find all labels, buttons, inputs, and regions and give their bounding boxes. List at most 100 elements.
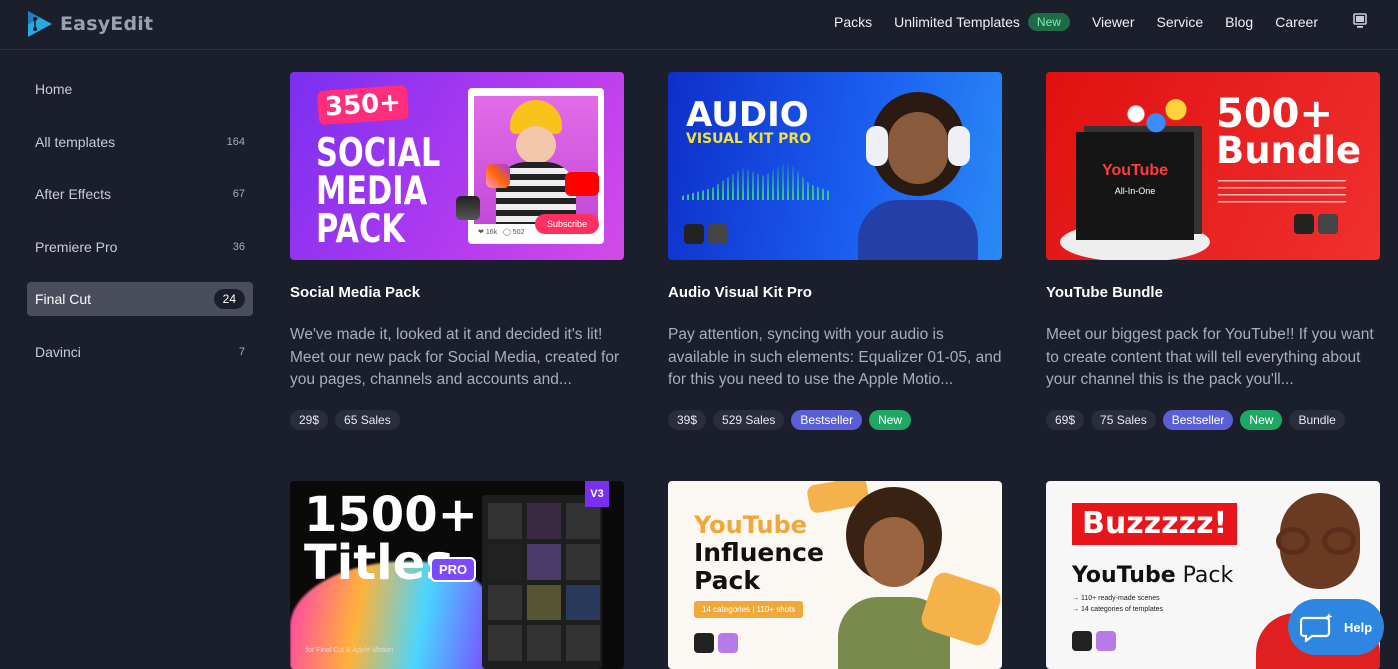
final-cut-icon <box>1072 631 1092 651</box>
sidebar-item-final-cut[interactable]: Final Cut 24 <box>27 282 253 316</box>
thumb-footnote: for Final Cut & Apple Motion <box>306 647 394 654</box>
thumb-line-1: Buzzzzz! <box>1082 506 1228 541</box>
app-icons <box>684 224 728 244</box>
sidebar-item-label: After Effects <box>35 186 111 202</box>
bestseller-tag: Bestseller <box>1162 410 1234 430</box>
final-cut-icon <box>456 196 480 220</box>
thumb-line-3: Pack <box>1182 563 1234 588</box>
thumb-line-2: VISUAL KIT PRO <box>686 131 812 147</box>
brand-name: EasyEdit <box>60 13 154 35</box>
headphones-left <box>866 126 888 166</box>
easyedit-logo-icon <box>28 11 52 37</box>
card-thumbnail[interactable]: YouTube Influence Pack 14 categories | 1… <box>668 481 1002 669</box>
monitor-icon[interactable] <box>1352 13 1368 29</box>
card-tags: 39$ 529 Sales Bestseller New <box>668 410 1002 430</box>
card-youtube-influence-pack[interactable]: YouTube Influence Pack 14 categories | 1… <box>668 481 1002 669</box>
instagram-icon <box>486 164 510 188</box>
thumb-feature-1-text: 110+ ready-made scenes <box>1080 595 1160 602</box>
card-thumbnail[interactable]: YouTube All-In-One 500+ Bundle <box>1046 72 1380 260</box>
hand-circle-left <box>1276 527 1310 555</box>
subscribe-button-graphic: Subscribe <box>535 214 600 234</box>
card-social-media-pack[interactable]: 350+ SOCIAL MEDIA PACK ❤ 16k ◯ 502 Subsc… <box>290 72 624 430</box>
hand-circle-right <box>1322 527 1356 555</box>
bestseller-tag: Bestseller <box>791 410 863 430</box>
category-sidebar: Home All templates 164 After Effects 67 Pr… <box>27 72 253 387</box>
bundle-tag: Bundle <box>1289 410 1345 430</box>
thumb-heading: YouTube Pack <box>1072 563 1233 588</box>
new-tag: New <box>869 410 912 430</box>
nav-viewer[interactable]: Viewer <box>1092 14 1135 30</box>
thumb-line-2: YouTube <box>1072 563 1176 588</box>
help-button[interactable]: Help <box>1288 599 1384 655</box>
thumb-line-1: SOCIAL <box>316 131 441 176</box>
feature-list-graphic <box>1218 180 1346 208</box>
card-youtube-bundle[interactable]: YouTube All-In-One 500+ Bundle YouTube B… <box>1046 72 1380 430</box>
thumb-feature-2-text: 14 categories of templates <box>1080 606 1164 613</box>
motion-icon <box>708 224 728 244</box>
card-description: Meet our biggest pack for YouTube!! If y… <box>1046 326 1374 388</box>
likes-row: ❤ 16k ◯ 502 <box>478 229 525 236</box>
thumb-feature-1: → 110+ ready-made scenes <box>1072 595 1160 602</box>
sidebar-item-label: Final Cut <box>35 291 92 307</box>
photo-area <box>474 96 598 224</box>
comments-count: 502 <box>512 229 525 236</box>
person-sweater <box>858 200 978 260</box>
card-description: Pay attention, syncing with your audio i… <box>668 326 1002 388</box>
card-title[interactable]: Social Media Pack <box>290 284 624 304</box>
bundle-box: YouTube All-In-One <box>1076 132 1194 240</box>
card-title[interactable]: YouTube Bundle <box>1046 284 1380 304</box>
nav-packs[interactable]: Packs <box>834 14 872 30</box>
price-tag: 29$ <box>290 410 329 430</box>
sidebar-item-davinci[interactable]: Davinci 7 <box>27 335 253 369</box>
card-1500-titles[interactable]: 1500+ Titles PRO V3 for Final Cut & Appl… <box>290 481 624 669</box>
sidebar-item-after-effects[interactable]: After Effects 67 <box>27 177 253 211</box>
version-badge: V3 <box>585 481 609 507</box>
sidebar-item-premiere-pro[interactable]: Premiere Pro 36 <box>27 230 253 264</box>
sidebar-item-count: 24 <box>213 289 245 309</box>
sidebar-item-label: Home <box>35 81 73 97</box>
app-icons <box>694 633 738 653</box>
person-face <box>516 126 556 164</box>
logo[interactable]: EasyEdit <box>26 9 153 39</box>
nav-unlimited-templates[interactable]: Unlimited Templates New <box>894 13 1070 31</box>
sidebar-item-home[interactable]: Home <box>27 72 253 106</box>
thumb-line-3: PACK <box>316 207 405 252</box>
card-audio-visual-kit-pro[interactable]: AUDIO VISUAL KIT PRO Audio Visual Kit Pr… <box>668 72 1002 430</box>
nav-unlimited-templates-label: Unlimited Templates <box>894 14 1020 30</box>
card-thumbnail[interactable]: 1500+ Titles PRO V3 for Final Cut & Appl… <box>290 481 624 669</box>
thumb-line-1: AUDIO <box>686 95 809 135</box>
card-thumbnail[interactable]: AUDIO VISUAL KIT PRO <box>668 72 1002 260</box>
nav-blog[interactable]: Blog <box>1225 14 1253 30</box>
thumb-line-2: Bundle <box>1216 129 1362 172</box>
nav-career[interactable]: Career <box>1275 14 1318 30</box>
sidebar-item-count: 67 <box>232 188 245 200</box>
app-icons <box>1294 214 1338 234</box>
equalizer-graphic <box>682 160 832 200</box>
sidebar-item-all-templates[interactable]: All templates 164 <box>27 125 253 159</box>
nav-service[interactable]: Service <box>1156 14 1203 30</box>
headphones-right <box>948 126 970 166</box>
card-title[interactable]: Audio Visual Kit Pro <box>668 284 1002 304</box>
thumb-line-1: YouTube <box>694 511 808 539</box>
main-nav: Packs Unlimited Templates New Viewer Ser… <box>834 13 1318 31</box>
person-photo <box>858 92 978 260</box>
sidebar-item-label: Premiere Pro <box>35 238 118 255</box>
card-thumbnail[interactable]: 350+ SOCIAL MEDIA PACK ❤ 16k ◯ 502 Subsc… <box>290 72 624 260</box>
sales-tag: 529 Sales <box>713 410 785 430</box>
thumb-line-1: 500+ <box>1216 91 1334 137</box>
sidebar-item-count: 7 <box>238 345 245 358</box>
sales-tag: 65 Sales <box>335 410 400 430</box>
thumb-line-2: Influence <box>694 538 824 567</box>
thumb-line-3: Pack <box>694 566 760 595</box>
person-face <box>864 517 924 587</box>
likes-count: 16k <box>485 229 498 236</box>
motion-icon <box>1318 214 1338 234</box>
price-tag: 69$ <box>1046 410 1085 430</box>
final-cut-icon <box>694 633 714 653</box>
chat-icon <box>1300 613 1333 642</box>
sidebar-item-count: 36 <box>232 240 245 253</box>
thumb-line-2: MEDIA <box>316 169 428 214</box>
youtube-icon <box>565 172 599 196</box>
final-cut-icon <box>684 224 704 244</box>
sales-tag: 75 Sales <box>1091 410 1156 430</box>
